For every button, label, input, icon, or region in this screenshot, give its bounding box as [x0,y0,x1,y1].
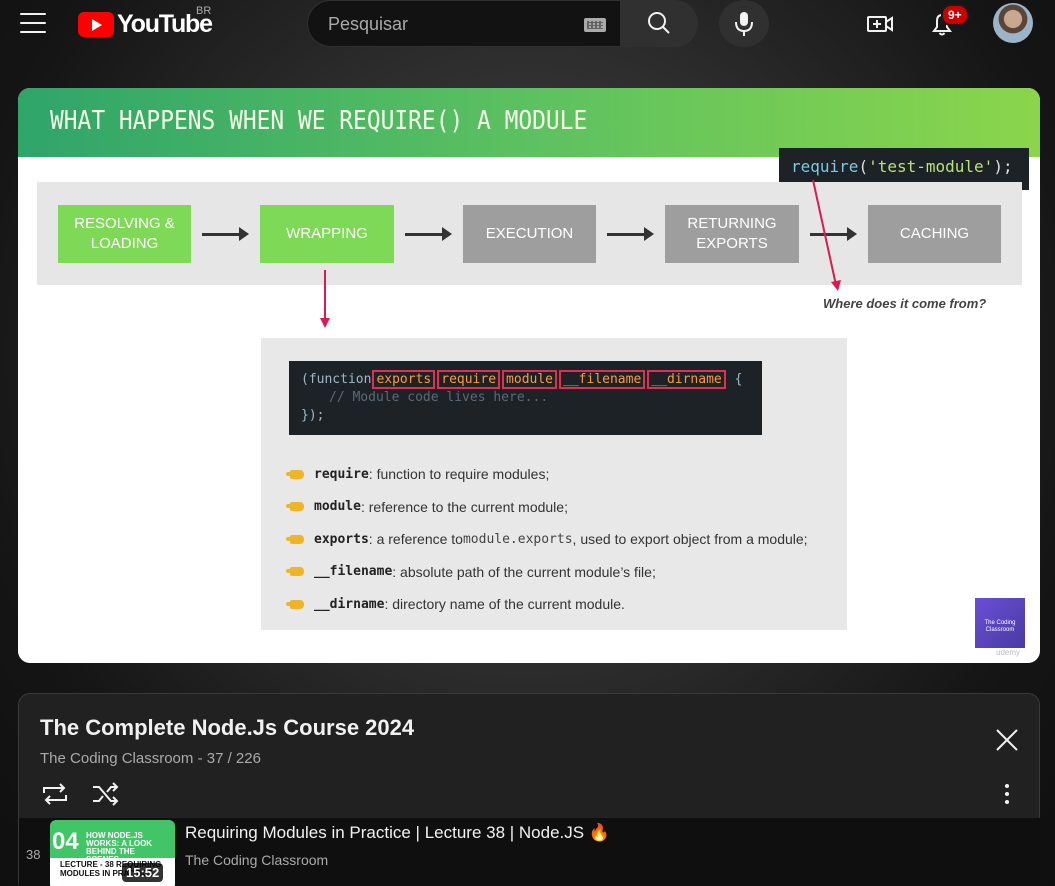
youtube-logo[interactable]: YouTube [78,10,213,39]
playlist-panel: The Complete Node.Js Course 2024 The Cod… [18,693,1041,886]
notification-badge: 9+ [941,4,969,26]
pointing-hand-icon [286,567,304,577]
more-options-button[interactable] [1001,782,1013,806]
shuffle-icon [93,782,119,806]
playlist-title[interactable]: The Complete Node.Js Course 2024 [40,715,414,741]
video-thumbnail[interactable]: 04 HOW NODE.JS WORKS: A LOOK BEHIND THE … [50,820,175,886]
pointing-hand-icon [286,469,304,479]
shuffle-button[interactable] [91,781,121,807]
wrapper-function-code: (function exports require module __filename _… [289,361,762,435]
keyboard-icon[interactable] [584,18,606,32]
list-item: module: reference to the current module; [286,491,850,524]
item-index: 38 [26,847,41,862]
search-icon [648,12,670,34]
country-code: BR [196,5,212,17]
pointing-hand-icon [286,502,304,512]
pointing-hand-icon [286,534,304,544]
pointing-hand-icon [286,599,304,609]
list-item: exports: a reference to module.exports, … [286,523,850,556]
play-logo-icon [78,12,114,37]
list-item: __filename: absolute path of the current… [286,556,850,589]
loop-playlist-button[interactable] [40,781,70,807]
playlist-subtitle: The Coding Classroom - 37 / 226 [40,750,261,767]
playlist-item[interactable]: 38 04 HOW NODE.JS WORKS: A LOOK BEHIND T… [19,818,1041,886]
param-filename: __filename [559,370,646,389]
param-require: require [437,370,501,389]
masthead: YouTube BR Pesquisar 9+ [0,0,1055,48]
list-item: __dirname: directory name of the current… [286,588,850,621]
thumbnail-number: 04 [52,828,79,855]
create-video-button[interactable] [862,8,898,40]
where-from-annotation: Where does it come from? [823,296,987,311]
code-comment: // Module code lives here... [329,390,549,405]
loop-icon [43,783,67,805]
param-dirname: __dirname [647,370,726,389]
more-vert-icon [1005,784,1009,804]
close-playlist-button[interactable] [994,727,1020,753]
search-placeholder: Pesquisar [328,14,409,34]
voice-search-button[interactable] [719,0,769,47]
channel-watermark[interactable]: The Coding Classroom [975,598,1025,648]
bullet-list: require: function to require modules; mo… [286,458,850,621]
item-channel[interactable]: The Coding Classroom [185,852,328,868]
duration-badge: 15:52 [122,863,164,882]
param-module: module [502,370,558,389]
video-add-icon [867,16,893,32]
list-item: require: function to require modules; [286,458,850,491]
avatar[interactable] [993,3,1033,43]
video-player[interactable]: WHAT HAPPENS WHEN WE REQUIRE() A MODULE … [18,88,1040,663]
microphone-icon [735,12,753,36]
item-title[interactable]: Requiring Modules in Practice | Lecture … [185,823,610,843]
search-input[interactable]: Pesquisar [307,0,621,47]
param-exports: exports [372,370,436,389]
search-button[interactable] [620,0,698,47]
udemy-watermark: udemy [996,648,1021,657]
menu-icon[interactable] [20,12,46,34]
close-icon [996,729,1018,751]
